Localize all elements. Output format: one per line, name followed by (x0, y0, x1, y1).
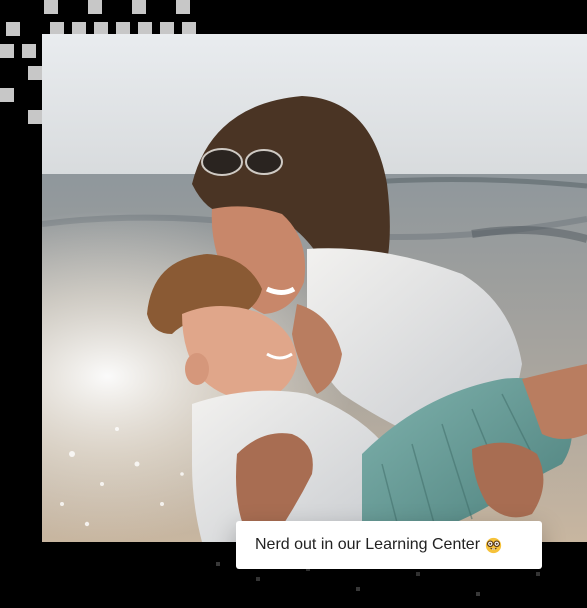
pattern-pixel (6, 22, 20, 36)
pattern-pixel (88, 0, 102, 14)
pattern-pixel (176, 0, 190, 14)
pattern-pixel (0, 88, 14, 102)
pattern-pixel (0, 44, 14, 58)
caption-text: Nerd out in our Learning Center (255, 536, 481, 553)
pattern-pixel (132, 0, 146, 14)
pattern-pixel (28, 110, 42, 124)
pattern-pixel (28, 66, 42, 80)
pattern-pixel (44, 0, 58, 14)
learning-center-card[interactable]: Nerd out in our Learning Center (236, 521, 542, 569)
pattern-pixel (22, 44, 36, 58)
beach-photo (42, 34, 587, 542)
mother-child-photo (42, 34, 587, 542)
nerd-face-emoji-icon (485, 537, 502, 553)
